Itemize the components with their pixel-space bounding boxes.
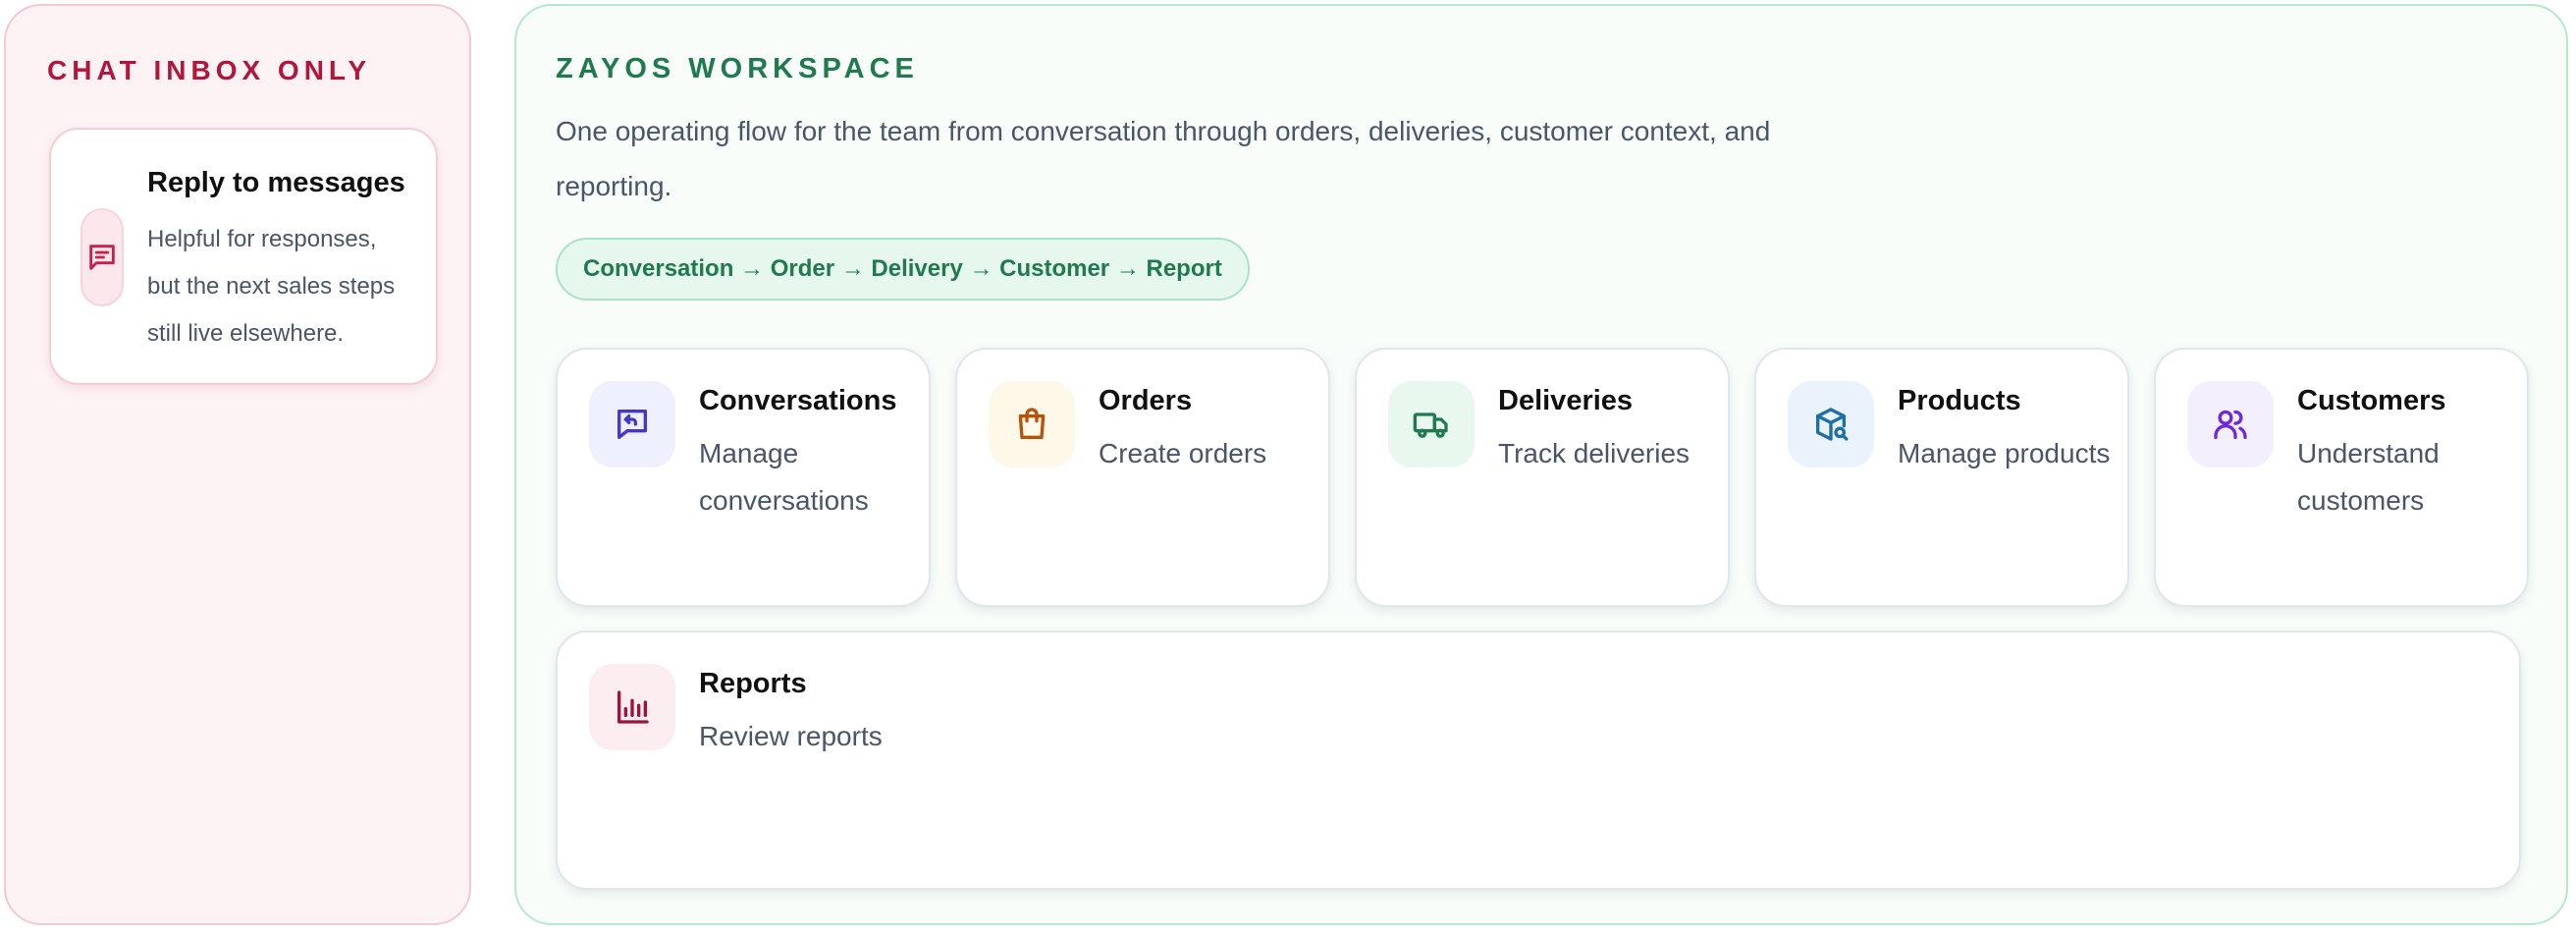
bar-chart-icon xyxy=(589,664,675,750)
module-title: Reports xyxy=(699,668,807,699)
module-card-orders[interactable]: Orders Create orders xyxy=(955,348,1330,607)
reply-messages-card[interactable]: Reply to messages Helpful for responses,… xyxy=(49,128,438,385)
module-description: Manage products xyxy=(1898,438,2111,468)
reply-card-title: Reply to messages xyxy=(147,167,405,198)
reply-card-description: Helpful for responses, but the next sale… xyxy=(147,226,396,347)
module-description: Manage conversations xyxy=(699,438,869,516)
chat-inbox-panel: CHAT INBOX ONLY Reply to messages Helpfu… xyxy=(4,4,471,925)
workspace-description: One operating flow for the team from con… xyxy=(556,116,1771,201)
module-description: Track deliveries xyxy=(1498,438,1690,468)
module-title: Products xyxy=(1898,385,2021,416)
module-title: Customers xyxy=(2297,385,2446,416)
module-card-products[interactable]: Products Manage products xyxy=(1754,348,2129,607)
module-title: Conversations xyxy=(699,385,897,416)
module-card-deliveries[interactable]: Deliveries Track deliveries xyxy=(1355,348,1730,607)
workflow-pill: Conversation → Order → Delivery → Custom… xyxy=(556,238,1250,301)
module-description: Create orders xyxy=(1099,438,1267,468)
message-square-text-icon xyxy=(80,208,124,306)
module-card-customers[interactable]: Customers Understand customers xyxy=(2154,348,2529,607)
shopping-bag-icon xyxy=(989,381,1075,467)
module-card-conversations[interactable]: Conversations Manage conversations xyxy=(556,348,931,607)
module-title: Deliveries xyxy=(1498,385,1634,416)
module-card-reports[interactable]: Reports Review reports xyxy=(556,631,2521,890)
workspace-title: ZAYOS WORKSPACE xyxy=(556,53,919,84)
module-description: Understand customers xyxy=(2297,438,2440,516)
module-title: Orders xyxy=(1099,385,1193,416)
truck-icon xyxy=(1388,381,1475,467)
chat-inbox-title: CHAT INBOX ONLY xyxy=(47,55,372,85)
package-search-icon xyxy=(1788,381,1874,467)
message-reply-icon xyxy=(589,381,675,467)
users-icon xyxy=(2187,381,2274,467)
module-description: Review reports xyxy=(699,721,883,751)
workspace-panel: ZAYOS WORKSPACE One operating flow for t… xyxy=(514,4,2568,925)
